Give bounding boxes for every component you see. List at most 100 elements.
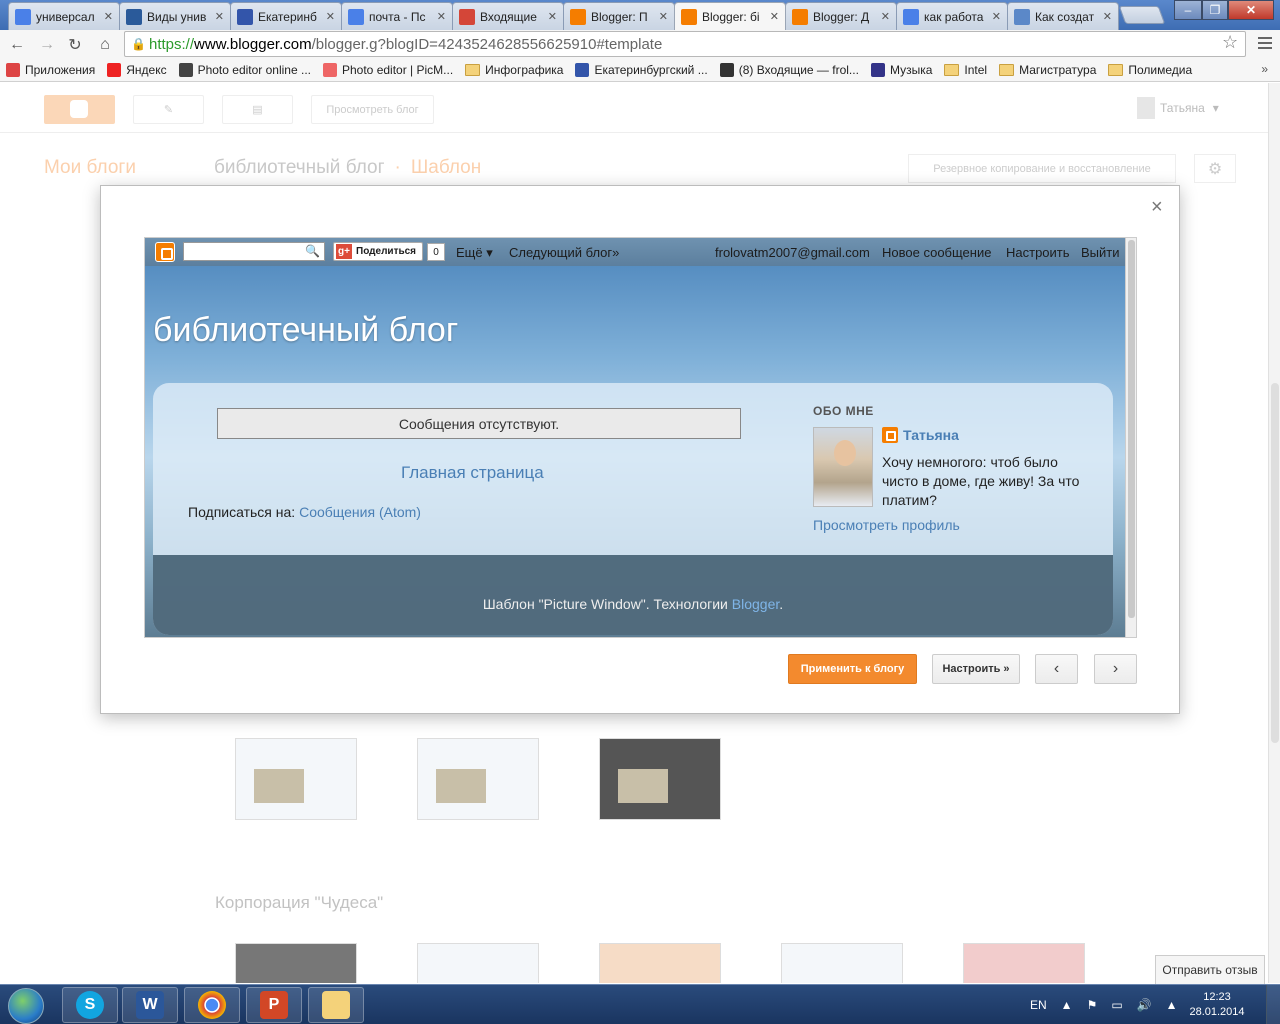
- navbar-more-menu[interactable]: Ещё ▾: [456, 245, 493, 261]
- bookmark-item[interactable]: Магистратура: [999, 63, 1096, 77]
- new-post-button[interactable]: ✎: [133, 95, 204, 124]
- view-profile-link[interactable]: Просмотреть профиль: [813, 517, 960, 533]
- backup-restore-button[interactable]: Резервное копирование и восстановление: [908, 154, 1176, 183]
- browser-tab[interactable]: Входящие ✕: [452, 2, 564, 30]
- bookmark-item[interactable]: Инфографика: [465, 63, 563, 77]
- breadcrumb-blog[interactable]: библиотечный блог: [214, 157, 385, 179]
- browser-tab[interactable]: Blogger: П ✕: [563, 2, 675, 30]
- start-button[interactable]: [8, 988, 44, 1024]
- reload-icon[interactable]: ↻: [64, 34, 86, 56]
- profile-name-link[interactable]: Татьяна: [882, 427, 959, 443]
- browser-tab[interactable]: как работа ✕: [896, 2, 1008, 30]
- tab-close-icon[interactable]: ✕: [881, 10, 890, 23]
- chrome-menu-icon[interactable]: [1258, 37, 1272, 52]
- chrome-icon[interactable]: [184, 987, 240, 1023]
- account-menu[interactable]: Татьяна ▾: [1137, 97, 1219, 119]
- tab-close-icon[interactable]: ✕: [215, 10, 224, 23]
- template-thumbnail[interactable]: [417, 943, 539, 983]
- bookmark-item[interactable]: Приложения: [6, 62, 95, 77]
- browser-tab[interactable]: почта - Пс ✕: [341, 2, 453, 30]
- home-icon[interactable]: ⌂: [94, 34, 116, 56]
- bookmarks-overflow-button[interactable]: »: [1261, 62, 1268, 76]
- show-desktop-button[interactable]: [1266, 985, 1280, 1024]
- maximize-button[interactable]: ❐: [1202, 0, 1228, 20]
- skype-icon[interactable]: S: [62, 987, 118, 1023]
- volume-icon[interactable]: 🔊: [1137, 998, 1152, 1012]
- bookmark-item[interactable]: (8) Входящие — frol...: [719, 62, 859, 77]
- bookmark-item[interactable]: Intel: [944, 63, 987, 77]
- language-indicator[interactable]: EN: [1030, 998, 1047, 1012]
- network-icon[interactable]: ▭: [1111, 998, 1122, 1012]
- browser-tab[interactable]: Blogger: бі ✕: [674, 2, 786, 30]
- powerpoint-icon[interactable]: P: [246, 987, 302, 1023]
- logout-link[interactable]: Выйти: [1081, 245, 1120, 260]
- bookmark-item[interactable]: Photo editor online ...: [178, 62, 311, 77]
- atom-feed-link[interactable]: Сообщения (Atom): [299, 504, 421, 520]
- search-icon[interactable]: 🔍: [305, 244, 320, 258]
- browser-tab[interactable]: Виды унив ✕: [119, 2, 231, 30]
- new-post-link[interactable]: Новое сообщение: [882, 245, 991, 260]
- browser-tab[interactable]: универсал ✕: [8, 2, 120, 30]
- close-window-button[interactable]: ✕: [1228, 0, 1274, 20]
- tab-close-icon[interactable]: ✕: [548, 10, 557, 23]
- blog-title[interactable]: библиотечный блог: [153, 311, 458, 350]
- bookmark-item[interactable]: Музыка: [870, 62, 932, 77]
- word-icon[interactable]: W: [122, 987, 178, 1023]
- customize-link[interactable]: Настроить: [1006, 245, 1070, 260]
- template-thumbnail[interactable]: [599, 738, 721, 820]
- template-thumbnail[interactable]: [235, 738, 357, 820]
- explorer-icon[interactable]: [308, 987, 364, 1023]
- drive-icon[interactable]: ▲: [1166, 998, 1178, 1012]
- bookmark-star-icon[interactable]: ☆: [1222, 32, 1238, 53]
- template-thumbnail[interactable]: [417, 738, 539, 820]
- system-clock[interactable]: 12:23 28.01.2014: [1186, 990, 1248, 1020]
- bookmark-item[interactable]: Яндекс: [107, 62, 167, 77]
- tab-close-icon[interactable]: ✕: [992, 10, 1001, 23]
- tab-close-icon[interactable]: ✕: [437, 10, 446, 23]
- browser-tab[interactable]: Blogger: Д ✕: [785, 2, 897, 30]
- tab-close-icon[interactable]: ✕: [770, 10, 779, 23]
- tab-strip: универсал ✕ Виды унив ✕ Екатеринб ✕ почта - Пс…: [0, 0, 1280, 30]
- next-blog-link[interactable]: Следующий блог»: [509, 245, 619, 260]
- minimize-button[interactable]: –: [1174, 0, 1202, 20]
- tab-close-icon[interactable]: ✕: [326, 10, 335, 23]
- template-thumbnail[interactable]: [235, 943, 357, 983]
- bookmark-item[interactable]: Екатеринбургский ...: [575, 62, 708, 77]
- address-bar[interactable]: 🔒 https://www.blogger.com/blogger.g?blog…: [124, 31, 1246, 57]
- gplus-share-button[interactable]: g+ Поделиться: [333, 242, 424, 261]
- back-icon[interactable]: ←: [6, 34, 28, 56]
- previous-template-button[interactable]: ‹: [1035, 654, 1078, 684]
- home-page-link[interactable]: Главная страница: [401, 463, 544, 483]
- tab-close-icon[interactable]: ✕: [104, 10, 113, 23]
- action-center-icon[interactable]: ⚑: [1087, 998, 1098, 1012]
- preview-scrollbar[interactable]: [1125, 238, 1136, 637]
- tab-close-icon[interactable]: ✕: [1103, 10, 1112, 23]
- template-thumbnail[interactable]: [599, 943, 721, 983]
- new-tab-button[interactable]: [1118, 6, 1166, 24]
- gear-icon[interactable]: ⚙: [1194, 154, 1236, 183]
- page-scrollbar[interactable]: [1268, 83, 1280, 983]
- bookmark-item[interactable]: Photo editor | PicM...: [323, 62, 453, 77]
- template-thumbnail[interactable]: [781, 943, 903, 983]
- browser-tab[interactable]: Как создат ✕: [1007, 2, 1119, 30]
- blogger-home-button[interactable]: [44, 95, 115, 124]
- bookmark-item[interactable]: Полимедиа: [1108, 63, 1192, 77]
- bookmark-label: Магистратура: [1019, 62, 1097, 77]
- tray-expand-icon[interactable]: ▲: [1061, 998, 1073, 1012]
- blogger-link[interactable]: Blogger: [732, 596, 779, 612]
- breadcrumb-my-blogs[interactable]: Мои блоги: [44, 157, 136, 179]
- view-blog-button[interactable]: Просмотреть блог: [311, 95, 434, 124]
- forward-icon[interactable]: →: [36, 34, 58, 56]
- send-feedback-button[interactable]: Отправить отзыв: [1155, 955, 1265, 985]
- blogger-logo-icon[interactable]: [155, 242, 175, 262]
- template-thumbnail[interactable]: [963, 943, 1085, 983]
- customize-button[interactable]: Настроить »: [932, 654, 1020, 684]
- apply-to-blog-button[interactable]: Применить к блогу: [788, 654, 917, 684]
- next-template-button[interactable]: ›: [1094, 654, 1137, 684]
- tab-close-icon[interactable]: ✕: [659, 10, 668, 23]
- profile-photo[interactable]: [813, 427, 873, 507]
- navbar-search-input[interactable]: 🔍: [183, 242, 325, 261]
- close-icon[interactable]: ×: [1151, 196, 1163, 219]
- browser-tab[interactable]: Екатеринб ✕: [230, 2, 342, 30]
- posts-list-button[interactable]: ▤: [222, 95, 293, 124]
